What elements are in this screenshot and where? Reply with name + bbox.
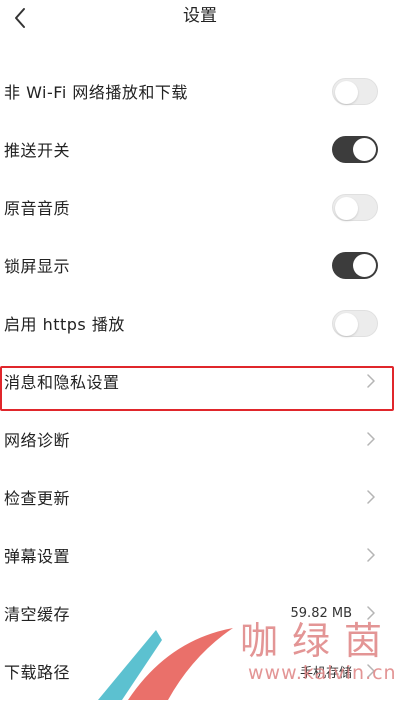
- setting-label: 启用 https 播放: [4, 315, 125, 334]
- cache-size-value: 59.82 MB: [290, 605, 352, 621]
- setting-label: 原音音质: [4, 199, 71, 218]
- setting-row-check-update[interactable]: 检查更新: [0, 468, 400, 526]
- setting-row-network-diagnosis[interactable]: 网络诊断: [0, 410, 400, 468]
- toggle-knob: [335, 80, 358, 104]
- lockscreen-toggle[interactable]: [332, 251, 378, 279]
- page-title: 设置: [183, 6, 217, 26]
- setting-row-danmaku[interactable]: 弹幕设置: [0, 526, 400, 584]
- setting-row-lockscreen: 锁屏显示: [0, 236, 400, 294]
- setting-row-clear-cache[interactable]: 清空缓存 59.82 MB: [0, 584, 400, 642]
- setting-row-push: 推送开关: [0, 120, 400, 178]
- settings-list: 非 Wi-Fi 网络播放和下载 推送开关 原音音质 锁屏显示 启用 https …: [0, 62, 400, 700]
- setting-label: 下载路径: [4, 663, 71, 682]
- toggle-knob: [335, 312, 358, 336]
- setting-label: 锁屏显示: [4, 257, 71, 276]
- setting-row-download-path[interactable]: 下载路径 手机存储: [0, 642, 400, 700]
- https-toggle[interactable]: [332, 309, 378, 337]
- chevron-right-icon: [367, 432, 375, 446]
- setting-row-original-audio: 原音音质: [0, 178, 400, 236]
- chevron-right-icon: [367, 548, 375, 562]
- setting-label: 清空缓存: [4, 605, 71, 624]
- chevron-right-icon: [367, 490, 375, 504]
- setting-row-https: 启用 https 播放: [0, 294, 400, 352]
- nav-bar: 设置: [0, 0, 400, 44]
- chevron-right-icon: [367, 664, 375, 678]
- toggle-knob: [353, 137, 376, 161]
- toggle-knob: [353, 253, 376, 277]
- setting-row-privacy[interactable]: 消息和隐私设置: [0, 352, 400, 410]
- non-wifi-toggle[interactable]: [332, 77, 378, 105]
- push-toggle[interactable]: [332, 135, 378, 163]
- original-audio-toggle[interactable]: [332, 193, 378, 221]
- setting-label: 弹幕设置: [4, 547, 71, 566]
- chevron-right-icon: [367, 374, 375, 388]
- chevron-right-icon: [367, 606, 375, 620]
- setting-row-non-wifi: 非 Wi-Fi 网络播放和下载: [0, 62, 400, 120]
- setting-label: 网络诊断: [4, 431, 71, 450]
- setting-label: 检查更新: [4, 489, 71, 508]
- toggle-knob: [335, 196, 358, 220]
- setting-label: 推送开关: [4, 141, 71, 160]
- download-path-value: 手机存储: [299, 665, 352, 681]
- setting-label: 非 Wi-Fi 网络播放和下载: [4, 83, 188, 102]
- setting-label: 消息和隐私设置: [4, 373, 120, 392]
